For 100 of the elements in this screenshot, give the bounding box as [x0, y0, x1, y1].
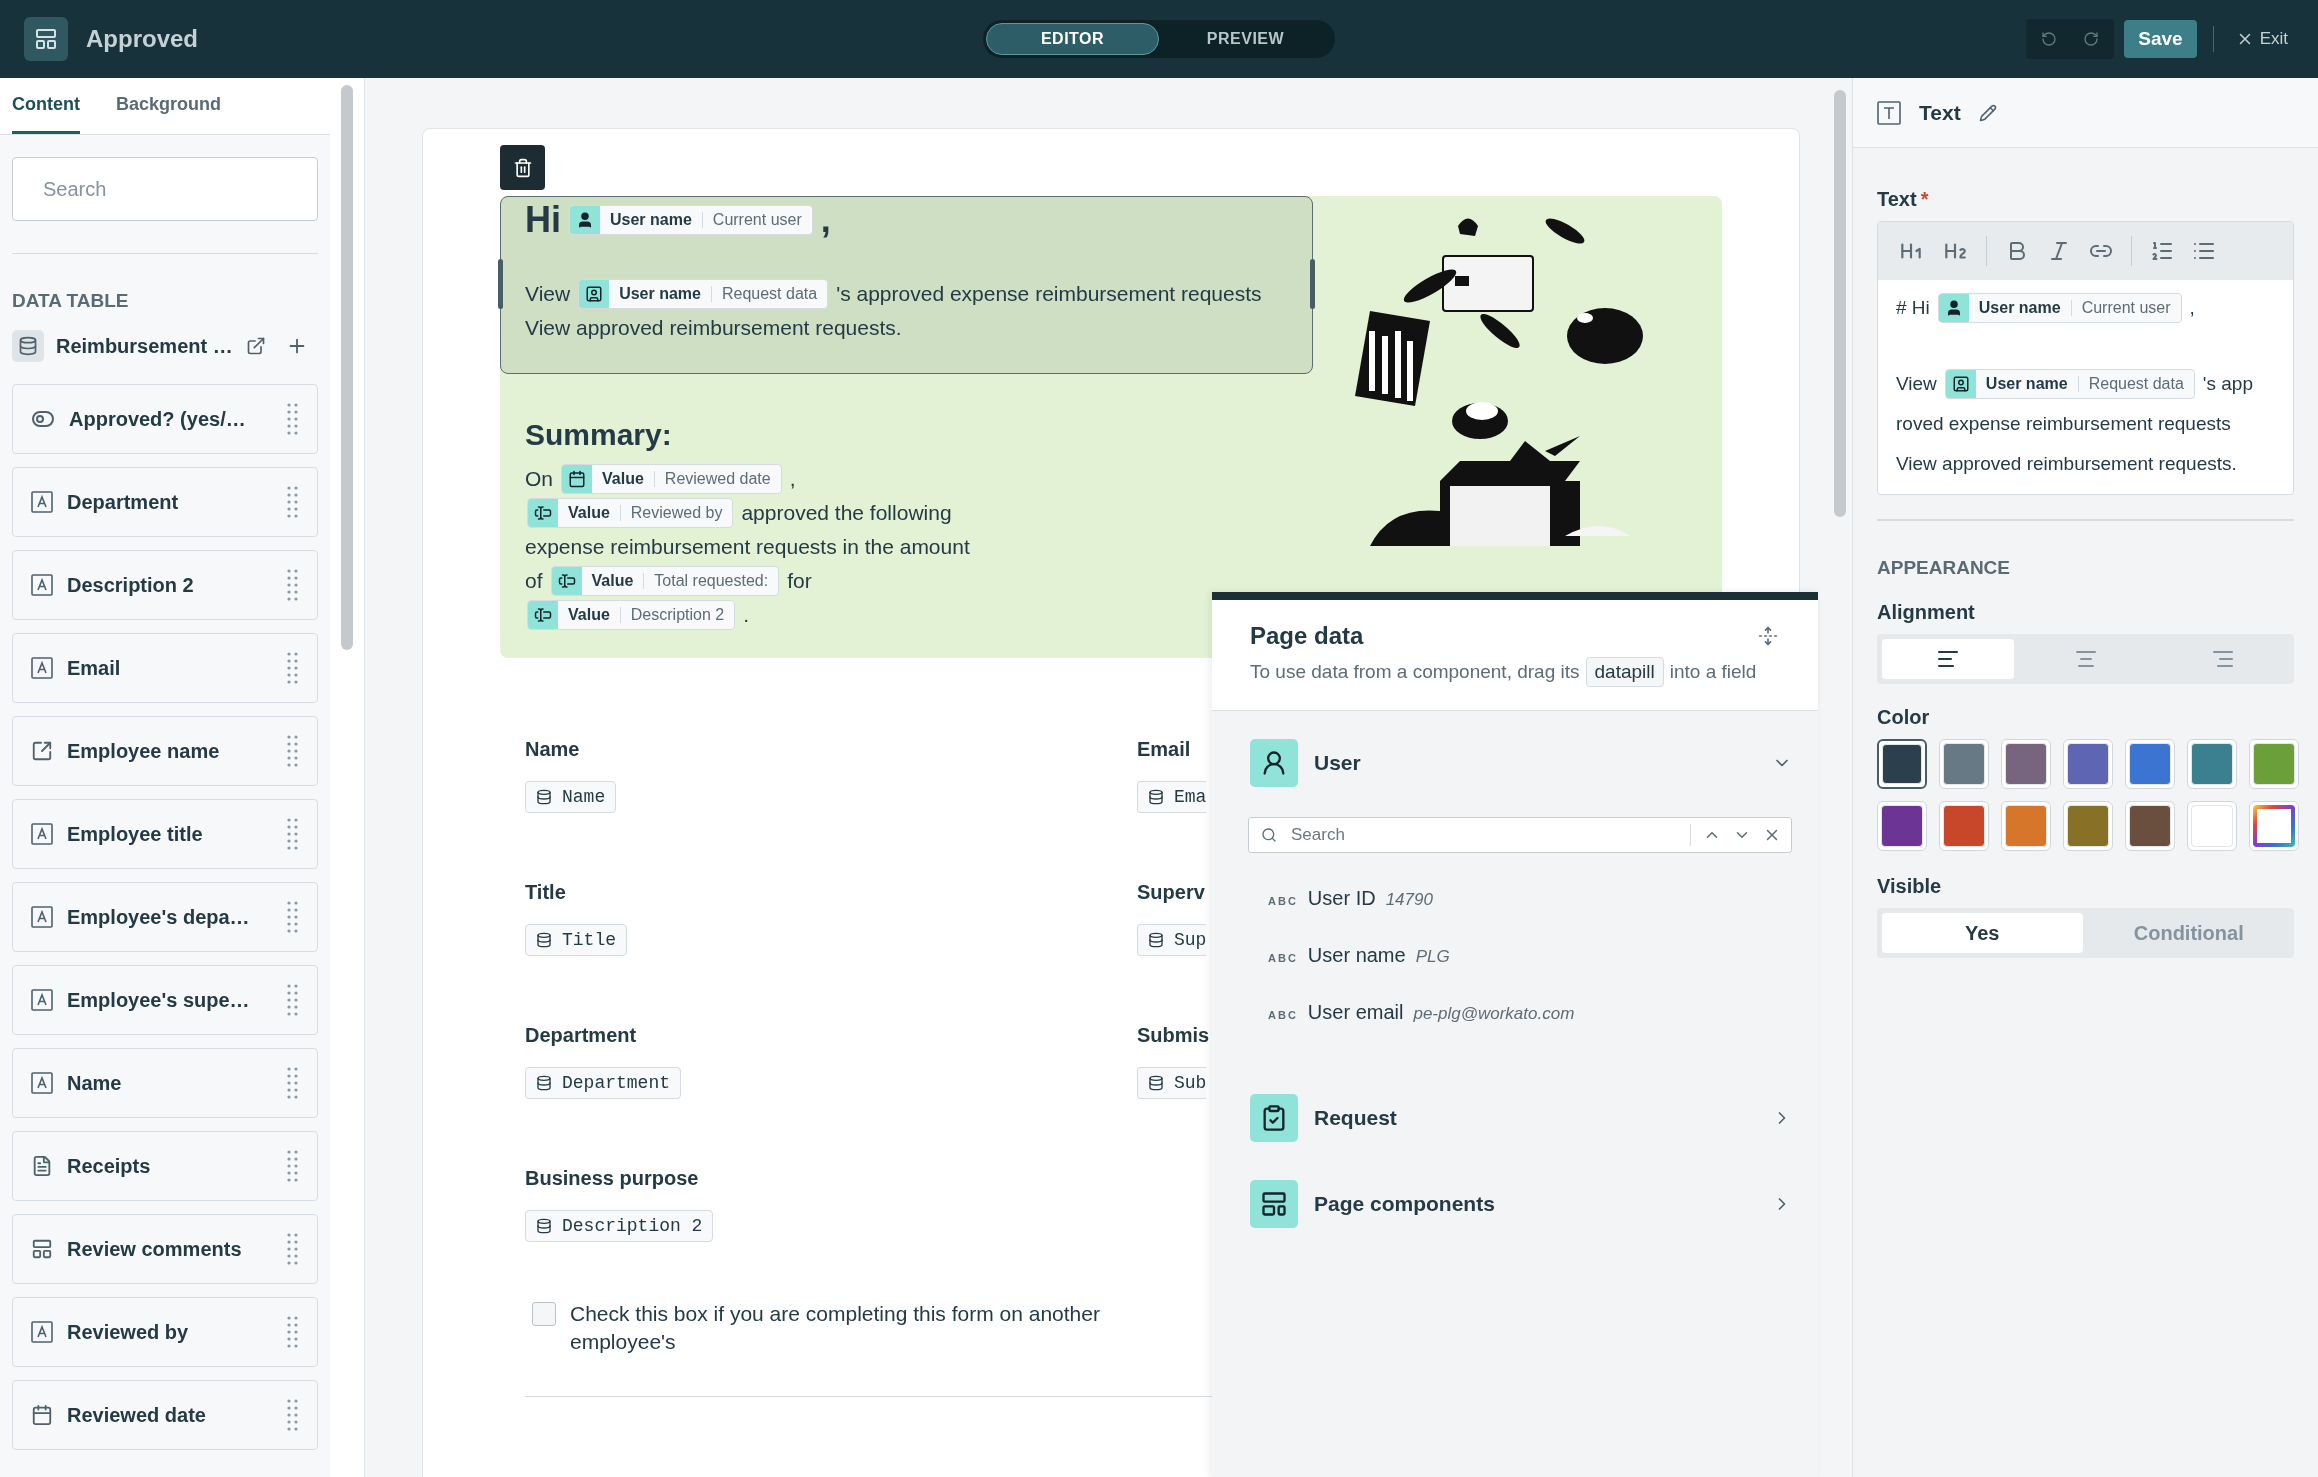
drag-handle-icon[interactable] [287, 1066, 299, 1100]
field-item[interactable]: Reviewed date [12, 1380, 318, 1450]
external-link-icon[interactable] [246, 336, 266, 356]
data-group-header[interactable]: Page components [1250, 1172, 1792, 1236]
custom-color-swatch[interactable] [2249, 801, 2299, 851]
field-label: Superv [1137, 881, 1205, 904]
drag-handle-icon[interactable] [287, 402, 299, 436]
drag-handle-icon[interactable] [287, 1149, 299, 1183]
field-item[interactable]: Receipts [12, 1131, 318, 1201]
datapill[interactable]: User name Request data [578, 279, 829, 309]
data-group-header[interactable]: User [1250, 731, 1792, 795]
search-input[interactable]: Search [41, 176, 310, 202]
data-item-value: PLG [1415, 947, 1450, 967]
text-field-icon [31, 989, 53, 1011]
field-item[interactable]: Approved? (yes/… [12, 384, 318, 454]
datapill[interactable]: Value Reviewed date [561, 464, 782, 494]
id-badge-icon [1945, 370, 1976, 398]
expand-collapse-icon[interactable] [1758, 626, 1778, 646]
search-box[interactable]: Search [1248, 817, 1792, 853]
datapill[interactable]: Sub [1137, 1067, 1207, 1099]
scrollbar-thumb[interactable] [341, 85, 353, 650]
text-input-icon [528, 499, 558, 527]
drag-handle-icon[interactable] [287, 734, 299, 768]
drag-handle-icon[interactable] [287, 485, 299, 519]
pill-label: Value [567, 605, 611, 625]
scrollbar-thumb[interactable] [1834, 90, 1846, 517]
drag-handle-icon[interactable] [287, 983, 299, 1017]
panel-tab[interactable]: Content [12, 78, 80, 134]
panel-tab[interactable]: Background [116, 78, 221, 134]
field-item[interactable]: Department [12, 467, 318, 537]
datapill[interactable]: Name [525, 781, 617, 813]
visibility-option[interactable]: Yes [1882, 913, 2083, 953]
field-item[interactable]: Name [12, 1048, 318, 1118]
drag-handle-icon[interactable] [287, 1398, 299, 1432]
color-swatch[interactable] [1877, 739, 1927, 789]
datapill[interactable]: Value Total requested: [550, 566, 780, 596]
linked-field-icon [31, 740, 53, 762]
drag-handle-icon[interactable] [287, 900, 299, 934]
field-item[interactable]: Employee name [12, 716, 318, 786]
text-field-icon [31, 491, 53, 513]
datapill[interactable]: Title [525, 924, 627, 956]
delete-button[interactable] [500, 145, 545, 190]
pill-label: Value [567, 503, 611, 523]
field-item[interactable]: Review comments [12, 1214, 318, 1284]
numbered-list-icon[interactable] [2150, 239, 2174, 263]
datapill[interactable]: Description 2 [525, 1210, 714, 1242]
rich-text-editor[interactable]: # Hi User name Current user , View User name Request data 's app roved expense reimbursement requests View approved reimbursement requests. [1877, 221, 2294, 495]
panel-title: Page data [1250, 622, 1364, 650]
table-name[interactable]: Reimbursement … [56, 334, 234, 358]
datapill[interactable]: Sup [1137, 924, 1207, 956]
selected-text-block[interactable]: Hi User name Current user , View User name Request data 's approved expense reimbursement requests View approved reimbursement requests. [500, 196, 1313, 374]
edit-icon[interactable] [1978, 103, 1997, 122]
text-run: , [820, 203, 831, 237]
text-run: 's approved expense reimbursement requests [836, 281, 1262, 307]
save-button[interactable]: Save [2124, 20, 2197, 58]
checkbox[interactable] [532, 1302, 556, 1326]
field-item[interactable]: Description 2 [12, 550, 318, 620]
field-item[interactable]: Employee title [12, 799, 318, 869]
drag-handle-icon[interactable] [287, 568, 299, 602]
field-item[interactable]: Reviewed by [12, 1297, 318, 1367]
drag-handle-icon[interactable] [287, 651, 299, 685]
field-item[interactable]: Employee's depa… [12, 882, 318, 952]
data-item-label[interactable]: User ID [1307, 887, 1376, 910]
datapill[interactable]: Value Description 2 [527, 600, 736, 630]
drag-handle-icon[interactable] [287, 1232, 299, 1266]
data-item-label[interactable]: User name [1307, 944, 1406, 967]
type-tag: ABC [1268, 952, 1298, 964]
database-icon [12, 330, 44, 362]
datapill[interactable]: User name Current user [1937, 293, 2182, 323]
pill-source: Request data [710, 286, 828, 302]
mode-tab[interactable]: PREVIEW [1159, 23, 1332, 55]
text-run: approved the following [741, 500, 952, 526]
field-item[interactable]: Employee's supe… [12, 965, 318, 1035]
drag-handle-icon[interactable] [287, 1315, 299, 1349]
text-run: View [1896, 372, 1937, 396]
exit-button[interactable]: Exit [2229, 28, 2294, 50]
datapill[interactable]: Department [525, 1067, 682, 1099]
field-label: Alignment [1877, 601, 1976, 624]
text-field-icon [31, 574, 53, 596]
description-text: into a field [1669, 661, 1757, 682]
datapill[interactable]: Ema [1137, 781, 1207, 813]
field-item[interactable]: Email [12, 633, 318, 703]
field-label: Color [1877, 706, 1931, 729]
drag-handle-icon[interactable] [287, 817, 299, 851]
database-icon [536, 789, 552, 805]
pill-source: Reviewed date [653, 471, 781, 487]
datapill[interactable]: User name Request data [1944, 369, 2195, 399]
mode-tab[interactable]: EDITOR [986, 23, 1159, 55]
search-box[interactable]: Search [12, 157, 318, 221]
data-item-label[interactable]: User email [1307, 1001, 1404, 1024]
datapill-chip: datapill [1585, 657, 1664, 687]
text-run: Hi [525, 203, 561, 237]
app-logo-icon[interactable] [24, 17, 68, 61]
text-field-icon [31, 906, 53, 928]
datapill[interactable]: Value Reviewed by [527, 498, 734, 528]
data-group-header[interactable]: Request [1250, 1086, 1792, 1150]
required-mark: * [1920, 188, 1929, 211]
datapill[interactable]: User name Current user [569, 205, 813, 235]
text-run: expense reimbursement requests in the amount [525, 534, 970, 560]
section-heading: APPEARANCE [1877, 557, 2012, 579]
